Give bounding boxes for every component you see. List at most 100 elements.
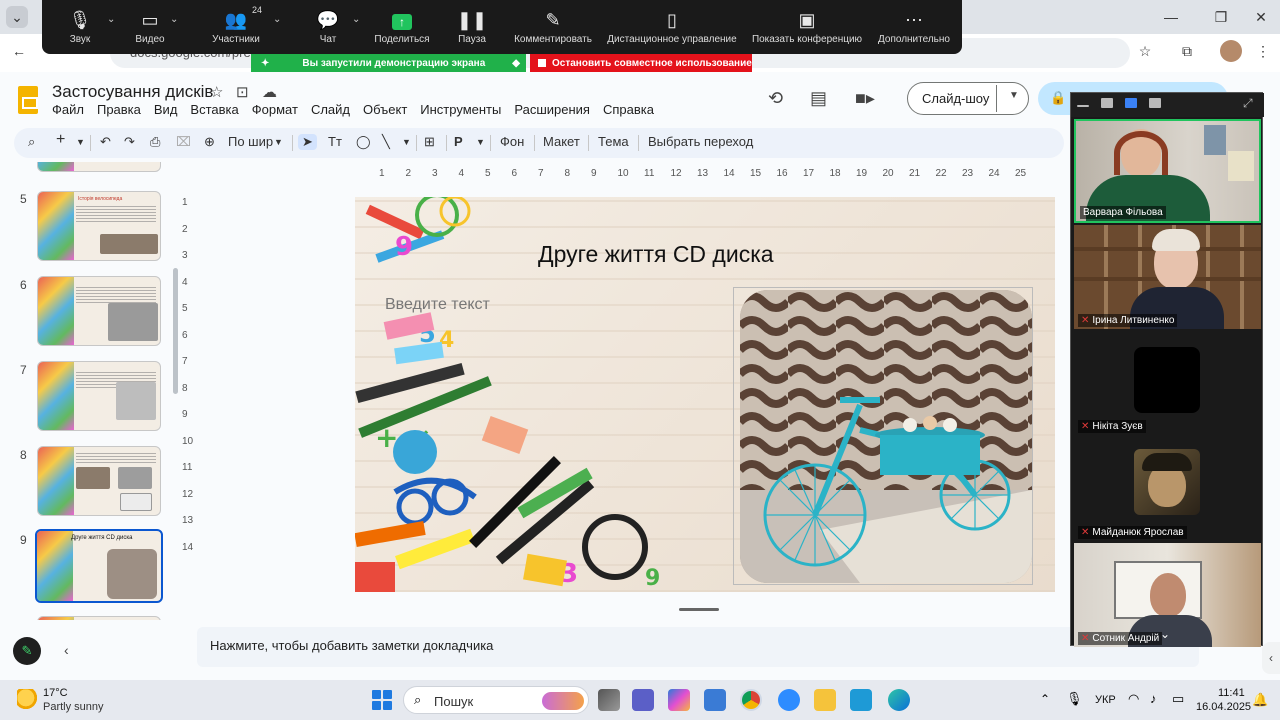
chat-caret-icon[interactable]: ⌄ <box>352 14 360 25</box>
background-button[interactable]: Фон <box>500 134 524 149</box>
expand-icon[interactable]: ⤢ <box>1243 96 1253 111</box>
slide-thumbnail-9[interactable]: Друге життя CD диска <box>35 529 163 603</box>
document-title[interactable]: Застосування дисків <box>52 82 213 102</box>
minimize-icon[interactable]: — <box>1160 6 1182 28</box>
chat-button[interactable]: 💬 Чат <box>288 6 368 45</box>
participant-tile[interactable]: ✕ Майданюк Ярослав <box>1074 437 1261 541</box>
participant-tile[interactable]: ✕ Сотник Андрій ⌄ <box>1074 543 1261 647</box>
pause-button[interactable]: ❚❚ Пауза <box>432 6 512 45</box>
move-folder-icon[interactable]: ⊡ <box>236 83 249 101</box>
menu-format[interactable]: Формат <box>252 102 298 117</box>
close-window-icon[interactable]: ✕ <box>1250 6 1272 28</box>
comment-add-icon[interactable]: ⊞ <box>424 134 435 150</box>
weather-temperature[interactable]: 17°C <box>43 687 68 699</box>
scroll-down-icon[interactable]: ⌄ <box>1160 627 1170 641</box>
slide-text-placeholder[interactable]: Введите текст <box>385 296 490 314</box>
menu-file[interactable]: Файл <box>52 102 84 117</box>
slideshow-button[interactable]: Слайд-шоу ▼ <box>907 82 1029 115</box>
participants-caret-icon[interactable]: ⌄ <box>273 14 281 25</box>
transition-button[interactable]: Выбрать переход <box>648 134 753 149</box>
participant-tile[interactable]: Варвара Фільова <box>1074 119 1261 223</box>
line-icon[interactable]: ╲ <box>382 134 390 150</box>
language-indicator[interactable]: УКР <box>1095 694 1116 706</box>
slide-thumbnail-7[interactable] <box>37 361 161 431</box>
redo-icon[interactable]: ↷ <box>124 134 135 150</box>
audio-button[interactable]: 🎙 Звук <box>40 6 120 45</box>
text-box-icon[interactable]: Tт <box>328 134 342 149</box>
annotate-button[interactable]: ✎ Комментировать <box>512 6 594 45</box>
slide-title[interactable]: Друге життя CD диска <box>538 241 878 268</box>
shape-icon[interactable]: ◯ <box>356 134 371 150</box>
theme-button[interactable]: Тема <box>598 134 629 149</box>
share-button[interactable]: ↑ Поделиться <box>362 6 442 45</box>
input-tools-icon[interactable]: P <box>454 134 463 149</box>
task-view-icon[interactable] <box>598 689 620 711</box>
speaker-notes[interactable]: Нажмите, чтобы добавить заметки докладчи… <box>197 627 1199 667</box>
menu-insert[interactable]: Вставка <box>190 102 238 117</box>
teams-icon[interactable] <box>632 689 654 711</box>
menu-object[interactable]: Объект <box>363 102 407 117</box>
slide-thumbnail-6[interactable] <box>37 276 161 346</box>
slides-logo[interactable] <box>18 86 38 114</box>
tab-search-chevron-icon[interactable]: ⌄ <box>6 6 28 28</box>
cloud-status-icon[interactable]: ☁ <box>262 83 277 101</box>
participant-tile[interactable]: ✕ Нікіта Зуєв <box>1074 331 1261 435</box>
chrome-menu-icon[interactable]: ⋮ <box>1252 40 1274 62</box>
stop-share-button[interactable]: Остановить совместное использование <box>530 54 752 72</box>
undo-icon[interactable]: ↶ <box>100 134 111 150</box>
volume-icon[interactable]: ♪ <box>1150 691 1157 706</box>
sharing-banner[interactable]: ✦ Вы запустили демонстрацию экрана ◆ <box>251 54 526 72</box>
slide-thumbnail[interactable] <box>37 162 161 172</box>
slide-thumbnail[interactable] <box>37 616 161 620</box>
chrome-icon[interactable] <box>740 689 762 711</box>
explore-icon[interactable]: ✎ <box>13 637 41 665</box>
strip-view-icon[interactable] <box>1125 98 1137 108</box>
slideshow-caret-icon[interactable]: ▼ <box>1009 90 1019 101</box>
file-explorer-icon[interactable] <box>814 689 836 711</box>
zoom-select[interactable]: По шир <box>228 134 273 149</box>
weather-sun-icon[interactable] <box>17 689 39 711</box>
taskbar-search[interactable]: ⌕ Пошук <box>403 686 589 714</box>
video-button[interactable]: ▭ Видео <box>110 6 190 45</box>
slide-thumbnail-8[interactable] <box>37 446 161 516</box>
tray-chevron-icon[interactable]: ⌃ <box>1040 692 1050 706</box>
speaker-view-icon[interactable] <box>1101 98 1113 108</box>
print-icon[interactable]: ⎙ <box>150 134 160 150</box>
more-button[interactable]: ⋯ Дополнительно <box>874 6 954 45</box>
start-windows-icon[interactable] <box>372 690 392 710</box>
show-meeting-button[interactable]: ▣ Показать конференцию <box>747 6 867 45</box>
participants-button[interactable]: 👥 Участники <box>196 6 276 45</box>
bicycle-photo[interactable] <box>740 290 1032 583</box>
slide-thumbnail-5[interactable]: Історія велосипеда <box>37 191 161 261</box>
meet-icon[interactable]: ■▸ <box>855 88 875 109</box>
search-menus-icon[interactable]: ⌕ <box>28 134 35 150</box>
copilot-icon[interactable] <box>668 689 690 711</box>
history-icon[interactable]: ⟲ <box>768 88 783 109</box>
edge-icon[interactable] <box>888 689 910 711</box>
maximize-icon[interactable]: ❐ <box>1210 6 1232 28</box>
video-caret-icon[interactable]: ⌄ <box>170 14 178 25</box>
clock-date[interactable]: 16.04.2025 <box>1196 701 1251 713</box>
notification-bell-icon[interactable]: 🔔 <box>1252 692 1268 708</box>
collapse-filmstrip-icon[interactable]: ‹ <box>64 642 69 658</box>
menu-slide[interactable]: Слайд <box>311 102 350 117</box>
minimize-gallery-icon[interactable] <box>1077 105 1089 107</box>
layout-button[interactable]: Макет <box>543 134 580 149</box>
battery-icon[interactable]: ▭ <box>1172 691 1184 707</box>
weather-description[interactable]: Partly sunny <box>43 701 104 713</box>
store-icon[interactable] <box>704 689 726 711</box>
remote-control-button[interactable]: ▯ Дистанционное управление <box>604 6 740 45</box>
slide-canvas[interactable]: 9 5 4 + × 3 9 Друге життя CD диска Введи… <box>355 197 1055 592</box>
gallery-view-icon[interactable] <box>1149 98 1161 108</box>
zoom-icon[interactable]: ⊕ <box>204 134 215 150</box>
zoom-app-icon[interactable] <box>778 689 800 711</box>
bookmark-star-icon[interactable]: ☆ <box>1134 40 1156 62</box>
filmstrip-scrollbar[interactable] <box>173 268 178 394</box>
menu-tools[interactable]: Инструменты <box>420 102 501 117</box>
participant-tile[interactable]: ✕ Ірина Литвиненко <box>1074 225 1261 329</box>
profile-avatar[interactable] <box>1220 40 1242 62</box>
select-tool-icon[interactable]: ➤ <box>298 134 317 150</box>
clock-time[interactable]: 11:41 <box>1218 687 1245 699</box>
tray-mic-icon[interactable]: 🎙 <box>1066 691 1083 707</box>
paint-format-icon[interactable]: ⌧ <box>176 134 191 150</box>
